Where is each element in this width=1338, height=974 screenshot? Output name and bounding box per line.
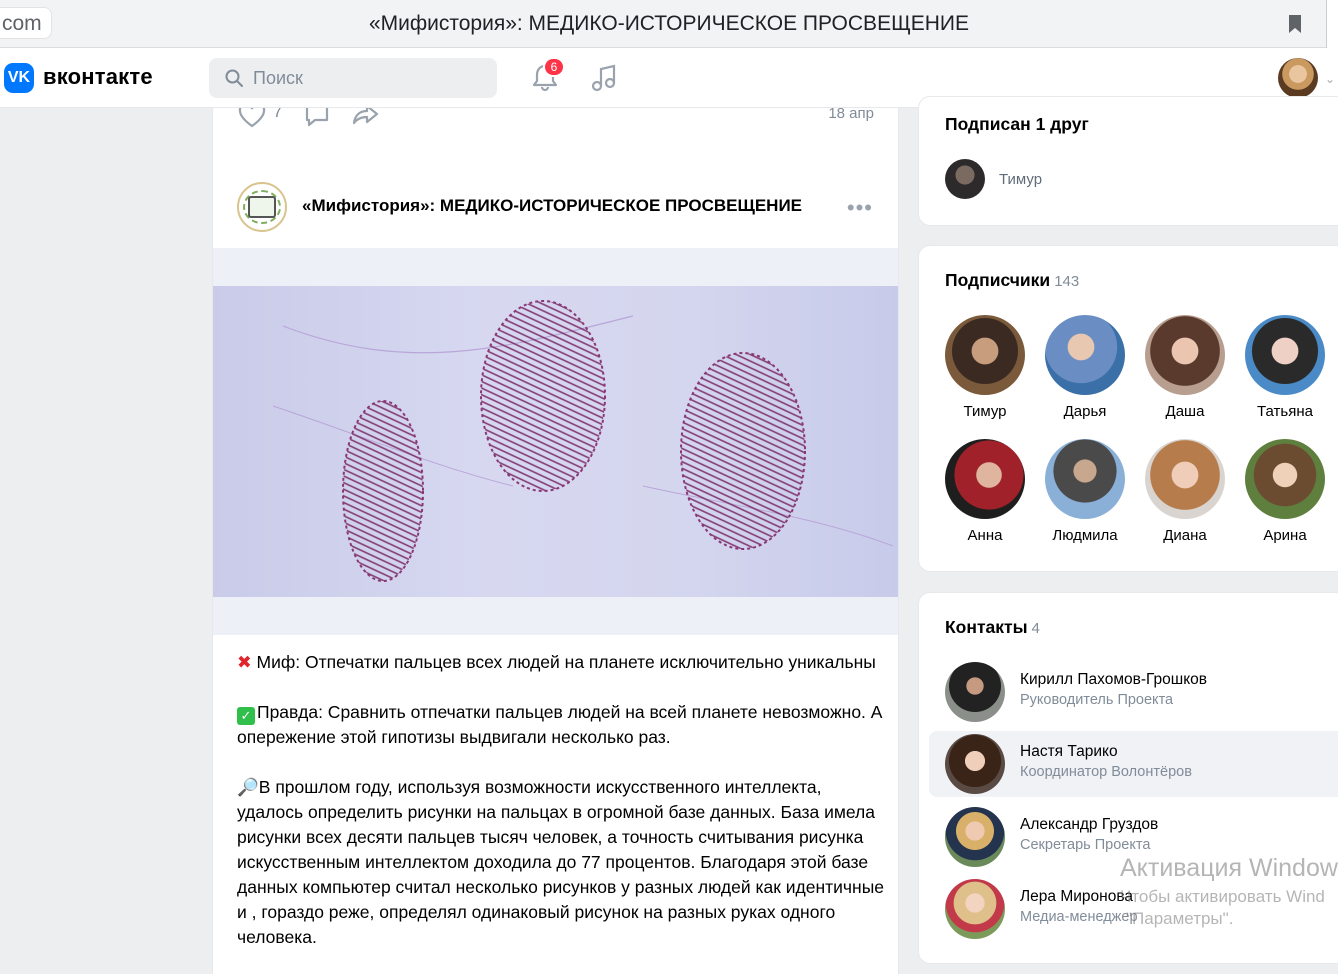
follower-name[interactable]: Татьяна: [1245, 403, 1325, 420]
follower-item[interactable]: Тимур: [945, 315, 1025, 420]
follower-name[interactable]: Дарья: [1045, 403, 1125, 420]
follower-name[interactable]: Диана: [1145, 527, 1225, 544]
window-title: «Мифистория»: МЕДИКО-ИСТОРИЧЕСКОЕ ПРОСВЕ…: [368, 12, 970, 35]
follower-item[interactable]: Диана: [1145, 439, 1225, 544]
group-name-link[interactable]: «Мифистория»: МЕДИКО-ИСТОРИЧЕСКОЕ ПРОСВЕ…: [302, 196, 802, 216]
more-options-icon[interactable]: •••: [847, 195, 873, 221]
fingerprints-illustration: [272, 300, 894, 582]
friend-name[interactable]: Тимур: [999, 171, 1042, 188]
search-input[interactable]: [253, 58, 483, 98]
post-text: ✖ Миф: Отпечатки пальцев всех людей на п…: [237, 650, 885, 974]
browser-bar: com «Мифистория»: МЕДИКО-ИСТОРИЧЕСКОЕ ПР…: [0, 0, 1338, 48]
followers-title[interactable]: Подписчики 143: [945, 270, 1079, 291]
contact-role: Руководитель Проекта: [1020, 692, 1174, 708]
followers-count: 143: [1054, 273, 1080, 290]
follower-avatar[interactable]: [1245, 439, 1325, 519]
follower-item[interactable]: Даша: [1145, 315, 1225, 420]
post-truth: Правда: Сравнить отпечатки пальцев людей…: [237, 702, 883, 747]
post-details: В прошлом году, используя возможности ис…: [237, 777, 885, 947]
follower-avatar[interactable]: [1245, 315, 1325, 395]
contact-name[interactable]: Кирилл Пахомов-Грошков: [1020, 671, 1207, 689]
follower-name[interactable]: Арина: [1245, 527, 1325, 544]
post-image-fingerprints[interactable]: [213, 248, 898, 635]
cross-mark-icon: ✖: [237, 652, 252, 672]
magnifier-icon: 🔎: [237, 777, 259, 797]
contacts-title[interactable]: Контакты 4: [945, 617, 1040, 638]
contact-avatar[interactable]: [945, 879, 1005, 939]
friends-card: Подписан 1 друг Тимур: [918, 96, 1338, 226]
follower-item[interactable]: Дарья: [1045, 315, 1125, 420]
follower-item[interactable]: Людмила: [1045, 439, 1125, 544]
follower-avatar[interactable]: [1145, 439, 1225, 519]
contact-item[interactable]: Лера Миронова Медиа-менеджер: [929, 876, 1338, 942]
contact-name[interactable]: Настя Тарико: [1020, 743, 1118, 761]
group-avatar[interactable]: [237, 182, 287, 232]
chevron-down-icon[interactable]: ⌄: [1325, 72, 1335, 86]
share-icon[interactable]: [351, 108, 381, 128]
follower-avatar[interactable]: [1045, 439, 1125, 519]
contact-avatar[interactable]: [945, 734, 1005, 794]
contacts-card: Контакты 4 Кирилл Пахомов-Грошков Руковод…: [918, 592, 1338, 964]
search-box[interactable]: [209, 58, 497, 98]
follower-avatar[interactable]: [1145, 315, 1225, 395]
followers-card: Подписчики 143 Тимур Дарья Даша Татьяна А…: [918, 245, 1338, 572]
contact-role: Медиа-менеджер: [1020, 909, 1138, 925]
search-icon: [225, 69, 243, 87]
follower-item[interactable]: Татьяна: [1245, 315, 1325, 420]
bookmark-icon[interactable]: [1288, 14, 1302, 34]
follower-name[interactable]: Тимур: [945, 403, 1025, 420]
contact-role: Координатор Волонтёров: [1020, 764, 1192, 780]
contact-name[interactable]: Александр Груздов: [1020, 816, 1158, 834]
contact-item[interactable]: Александр Груздов Секретарь Проекта: [929, 804, 1338, 870]
followers-title-text: Подписчики: [945, 270, 1051, 290]
contact-item[interactable]: Кирилл Пахомов-Грошков Руководитель Прое…: [929, 659, 1338, 725]
comment-icon[interactable]: [303, 108, 331, 128]
friend-avatar[interactable]: [945, 159, 985, 199]
like-icon[interactable]: [237, 108, 267, 128]
contacts-title-text: Контакты: [945, 617, 1028, 637]
brand-name[interactable]: вконтакте: [43, 64, 153, 90]
follower-avatar[interactable]: [1045, 315, 1125, 395]
contacts-count: 4: [1031, 620, 1040, 637]
post-card: 7 18 апр «Мифистория»: МЕДИКО-ИСТОРИЧЕСК…: [212, 108, 899, 974]
follower-avatar[interactable]: [945, 439, 1025, 519]
follower-name[interactable]: Анна: [945, 527, 1025, 544]
follower-item[interactable]: Анна: [945, 439, 1025, 544]
follower-item[interactable]: Арина: [1245, 439, 1325, 544]
previous-post-date: 18 апр: [828, 108, 874, 122]
follower-name[interactable]: Даша: [1145, 403, 1225, 420]
window-edge: [1326, 0, 1338, 48]
friends-title[interactable]: Подписан 1 друг: [945, 114, 1089, 135]
user-avatar[interactable]: [1278, 58, 1318, 98]
contact-role: Секретарь Проекта: [1020, 837, 1151, 853]
music-icon[interactable]: [591, 64, 617, 92]
post-header: «Мифистория»: МЕДИКО-ИСТОРИЧЕСКОЕ ПРОСВЕ…: [237, 182, 877, 232]
contact-avatar[interactable]: [945, 662, 1005, 722]
notifications-badge: 6: [543, 57, 565, 77]
vk-logo-icon[interactable]: VK: [4, 63, 34, 93]
like-count: 7: [273, 108, 283, 121]
post-myth: Миф: Отпечатки пальцев всех людей на пла…: [256, 652, 876, 672]
contact-item[interactable]: Настя Тарико Координатор Волонтёров: [929, 731, 1338, 797]
follower-name[interactable]: Людмила: [1045, 527, 1125, 544]
check-mark-icon: ✓: [237, 707, 255, 725]
contact-name[interactable]: Лера Миронова: [1020, 888, 1133, 906]
follower-avatar[interactable]: [945, 315, 1025, 395]
contact-avatar[interactable]: [945, 807, 1005, 867]
address-bar[interactable]: com: [0, 7, 52, 39]
